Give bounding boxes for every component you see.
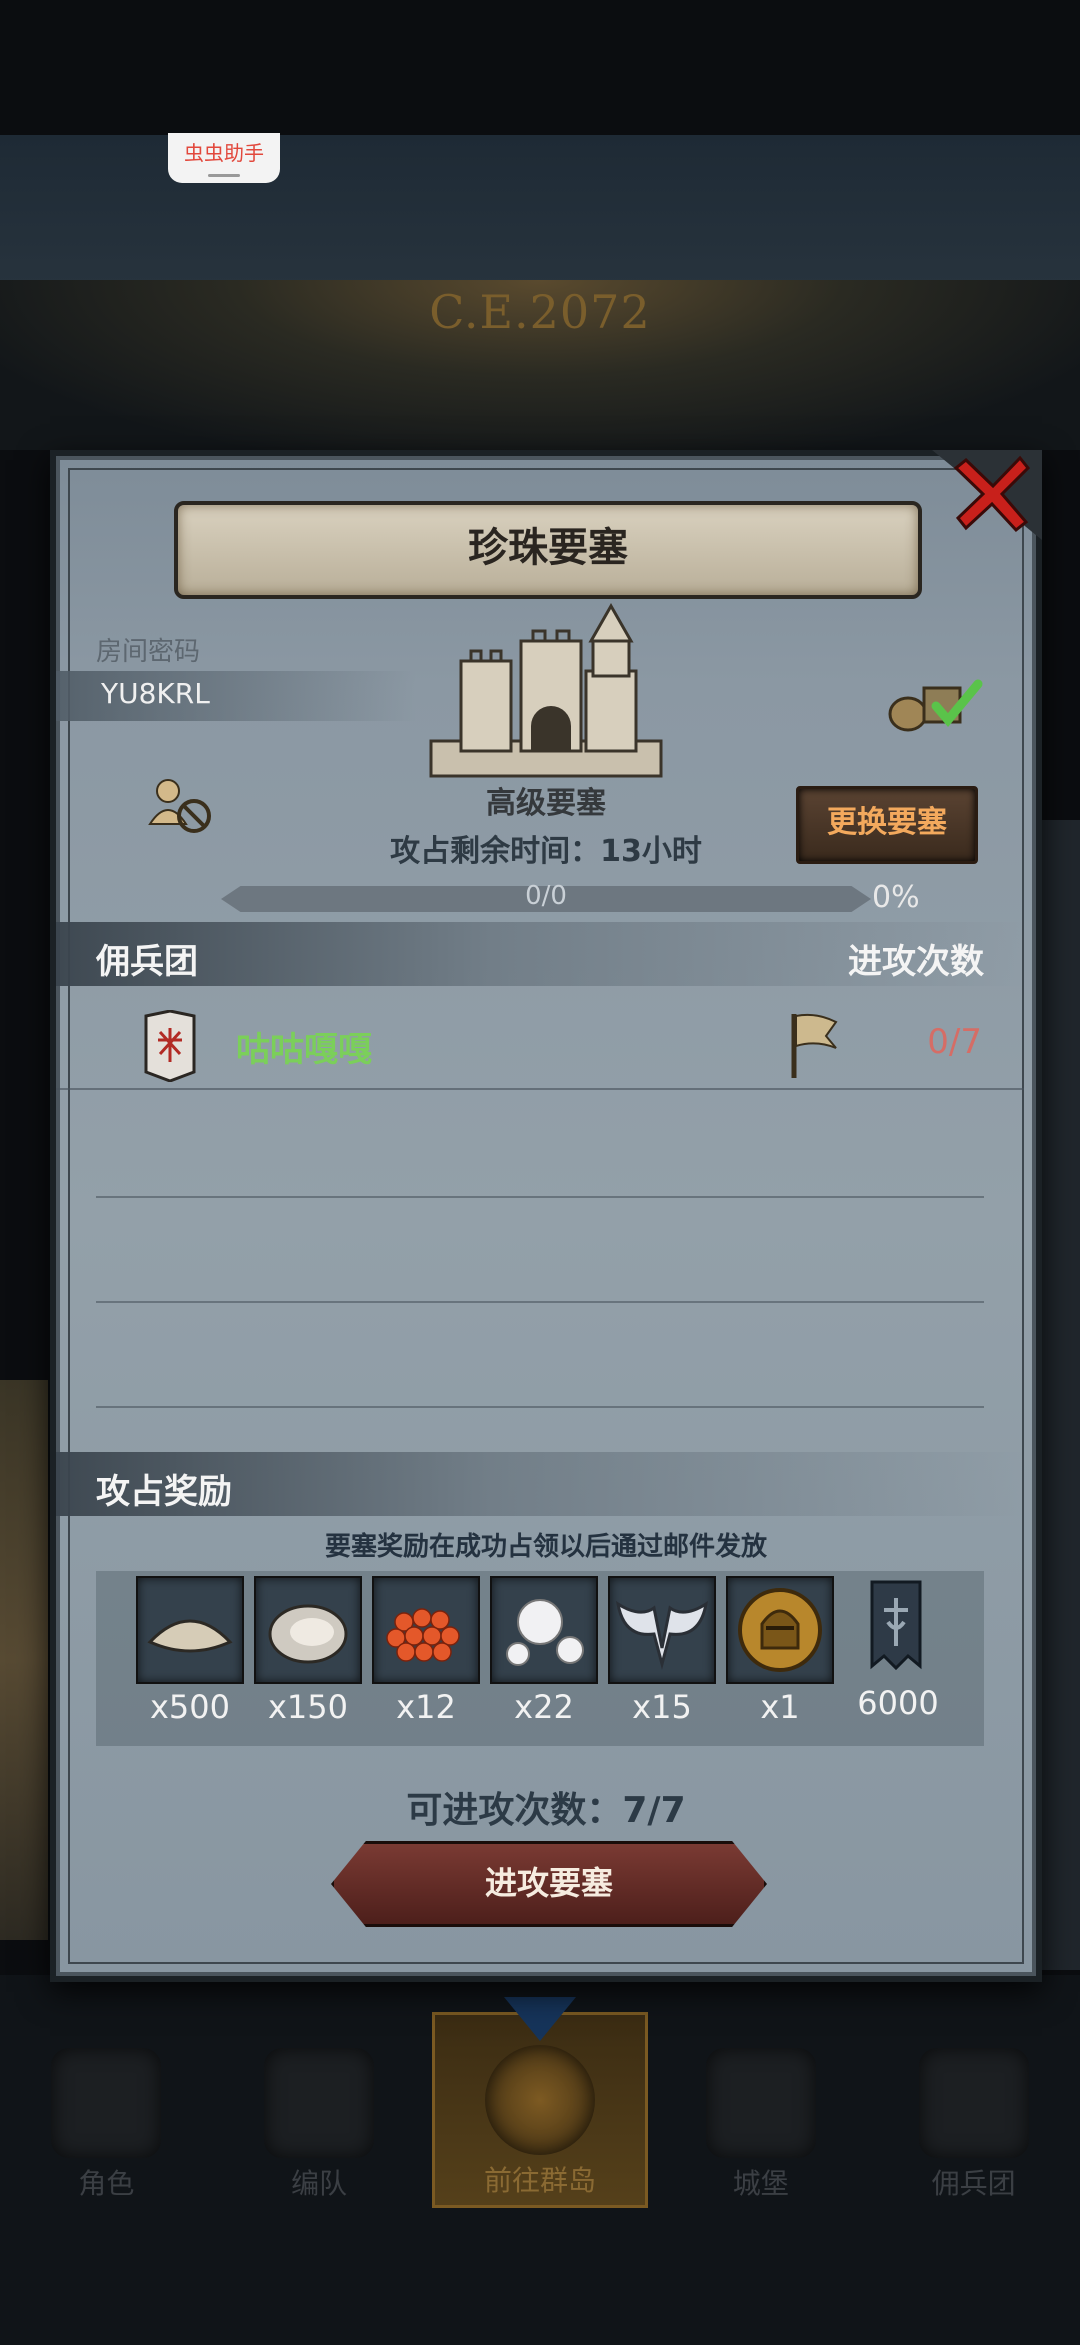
reward-header: 攻占奖励 xyxy=(56,1452,1024,1516)
wing-emblem-icon xyxy=(615,1600,709,1670)
reward-tile xyxy=(490,1576,598,1684)
nav-label: 角色 xyxy=(78,2167,135,2200)
reward-qty: x1 xyxy=(760,1688,800,1726)
nav-item-castle[interactable]: 城堡 xyxy=(661,2018,861,2208)
mercenary-nav-icon xyxy=(918,2048,1029,2158)
era-text: C.E.2072 xyxy=(429,285,651,339)
room-password-label: 房间密码 xyxy=(96,637,201,667)
dialog-title: 珍珠要塞 xyxy=(468,525,628,571)
capture-progress-percent: 0% xyxy=(872,880,920,915)
formation-icon xyxy=(264,2048,375,2158)
reward-tile xyxy=(726,1576,834,1684)
reward-qty: 6000 xyxy=(857,1684,939,1722)
islands-icon xyxy=(484,2045,595,2155)
pearl-icon xyxy=(506,1599,584,1666)
guild-banner-icon xyxy=(870,1580,922,1671)
capture-progress-text: 0/0 xyxy=(525,881,567,911)
title-plaque: 珍珠要塞 xyxy=(174,501,922,599)
time-left-label: 攻占剩余时间： xyxy=(390,834,601,869)
chevron-down-icon xyxy=(503,1997,576,2041)
reward-qty: x22 xyxy=(514,1688,574,1726)
nav-label: 城堡 xyxy=(732,2167,789,2200)
nav-label: 编队 xyxy=(291,2167,348,2200)
attack-times-header-label: 进攻次数 xyxy=(848,942,984,982)
knight-medal-icon xyxy=(738,1588,822,1672)
room-code: YU8KRL xyxy=(101,677,210,710)
empty-row-divider xyxy=(96,1196,984,1198)
attacks-available-label: 可进攻次数： xyxy=(406,1790,623,1831)
reward-item[interactable]: x500 xyxy=(136,1576,244,1726)
mercenary-header: 佣兵团 进攻次数 xyxy=(56,922,1024,986)
nav-item-formation[interactable]: 编队 xyxy=(219,2018,419,2208)
nav-item-character[interactable]: 角色 xyxy=(6,2018,206,2208)
attacks-available: 可进攻次数：7/7 xyxy=(56,1781,1036,1833)
reward-tile xyxy=(608,1576,716,1684)
fortress-dialog: 珍珠要塞 房间密码 YU8KRL 高级要塞 更换要塞 攻占剩余时间：13小时 0… xyxy=(50,450,1042,1982)
reward-tile xyxy=(372,1576,480,1684)
reward-header-label: 攻占奖励 xyxy=(96,1472,232,1512)
reward-qty: x150 xyxy=(267,1688,348,1726)
flag-icon xyxy=(791,1013,838,1078)
castle-nav-icon xyxy=(705,2048,816,2158)
empty-row-divider xyxy=(96,1406,984,1408)
reward-qty: x500 xyxy=(149,1688,230,1726)
guild-attack-count: 0/7 xyxy=(927,1022,982,1062)
guild-name: 咕咕嘎嘎 xyxy=(236,1030,372,1070)
time-left: 攻占剩余时间：13小时 xyxy=(56,826,1036,870)
reward-item[interactable]: 6000 xyxy=(844,1576,952,1722)
reward-panel: x500 x150 x12 x22 x15 x1 6000 xyxy=(96,1571,984,1746)
reward-qty: x15 xyxy=(632,1688,692,1726)
fortress-icon xyxy=(429,602,663,778)
reward-item[interactable]: x12 xyxy=(372,1576,480,1726)
top-banner-background xyxy=(0,135,1080,285)
empty-row-divider xyxy=(96,1301,984,1303)
reward-item[interactable]: x15 xyxy=(608,1576,716,1726)
nav-label: 佣兵团 xyxy=(931,2167,1016,2200)
reward-item[interactable]: x150 xyxy=(254,1576,362,1726)
assistant-overlay-pill[interactable]: 虫虫助手 xyxy=(168,133,280,183)
left-side-panel xyxy=(0,1380,48,1940)
reward-qty: x12 xyxy=(396,1688,456,1726)
character-icon xyxy=(51,2048,162,2158)
reward-item[interactable]: x22 xyxy=(490,1576,598,1726)
bottom-nav: 角色 编队 前往群岛 城堡 佣兵团 xyxy=(0,1997,1080,2208)
time-left-value: 13小时 xyxy=(600,834,702,869)
guild-emblem-icon xyxy=(144,1010,196,1082)
attacks-available-value: 7/7 xyxy=(622,1790,686,1831)
reward-tile xyxy=(254,1576,362,1684)
reward-tile xyxy=(136,1576,244,1684)
reward-item[interactable]: x1 xyxy=(726,1576,834,1726)
nav-item-islands[interactable]: 前往群岛 xyxy=(431,1997,648,2208)
reward-tile xyxy=(844,1576,948,1680)
shell-icon xyxy=(147,1619,233,1653)
nav-label: 前往群岛 xyxy=(483,2164,596,2197)
mercenary-header-label: 佣兵团 xyxy=(96,942,198,982)
roe-icon xyxy=(386,1608,460,1662)
close-icon xyxy=(953,455,1031,533)
guild-row[interactable]: 咕咕嘎嘎 0/7 xyxy=(56,1004,1024,1090)
close-button[interactable] xyxy=(948,448,1038,538)
attack-fortress-button[interactable]: 进攻要塞 xyxy=(331,1841,767,1927)
oyster-icon xyxy=(268,1604,348,1664)
loot-check-icon[interactable] xyxy=(886,666,986,736)
reward-note: 要塞奖励在成功占领以后通过邮件发放 xyxy=(324,1532,767,1562)
attack-fortress-label: 进攻要塞 xyxy=(484,1864,613,1902)
nav-item-mercenary[interactable]: 佣兵团 xyxy=(874,2018,1074,2208)
